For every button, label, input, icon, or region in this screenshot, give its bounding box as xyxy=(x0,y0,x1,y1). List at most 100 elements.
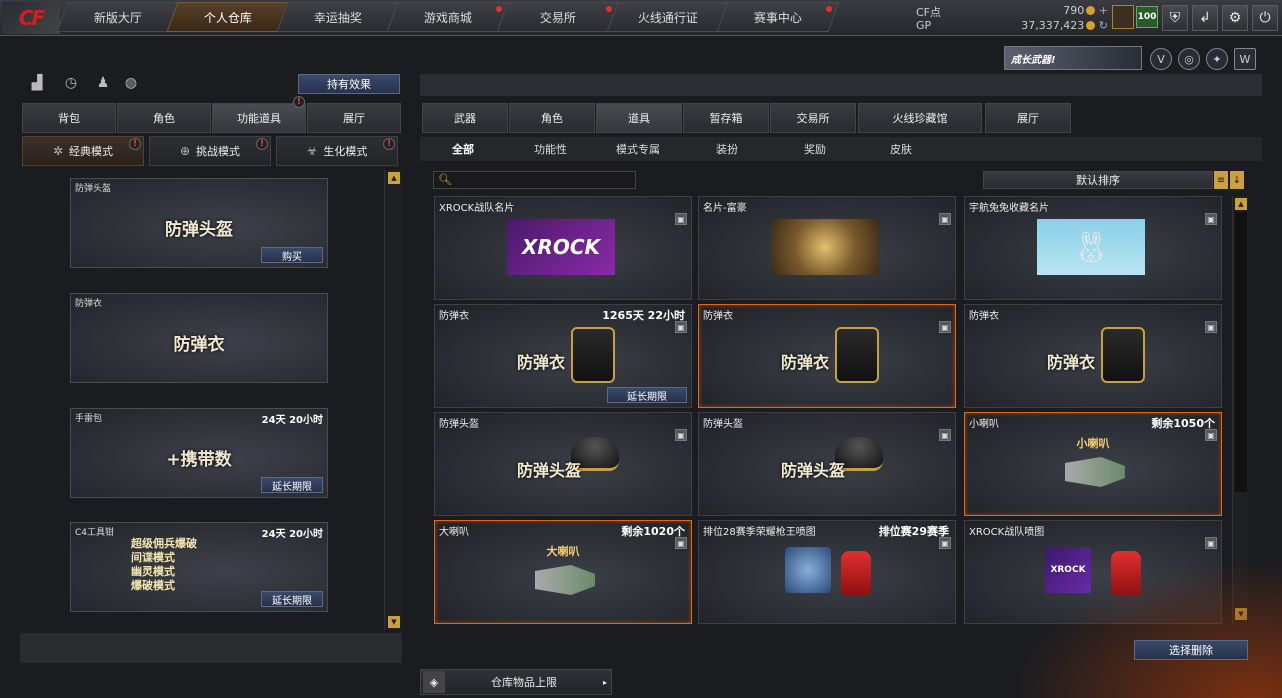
trash-icon[interactable]: ▣ xyxy=(939,429,951,441)
left-item-card[interactable]: 防弹头盔 防弹头盔 购买 xyxy=(70,178,328,268)
sub-tab[interactable]: 皮肤 xyxy=(890,141,912,157)
character-icon[interactable]: ♟ xyxy=(92,72,114,94)
refresh-icon[interactable]: ↻ xyxy=(1099,19,1108,32)
v-badge-icon[interactable]: V xyxy=(1150,48,1172,70)
storage-item-card[interactable]: 防弹衣 ▣ 防弹衣 xyxy=(698,304,956,408)
scroll-down-icon[interactable]: ▼ xyxy=(388,616,400,628)
mode-tab[interactable]: ⊕ 挑战模式 xyxy=(149,136,271,166)
cf-logo[interactable]: CF xyxy=(2,2,60,34)
trash-icon[interactable]: ▣ xyxy=(675,429,687,441)
storage-item-card[interactable]: XROCK战队名片 ▣ XROCK xyxy=(434,196,692,300)
trash-icon[interactable]: ▣ xyxy=(939,213,951,225)
w-logo-icon[interactable]: W xyxy=(1234,48,1256,70)
sub-tab[interactable]: 模式专属 xyxy=(616,141,660,157)
item-name: C4工具钳 xyxy=(75,528,115,538)
left-scrollbar[interactable]: ▲ ▼ xyxy=(384,170,402,630)
sub-tab[interactable]: 功能性 xyxy=(534,141,567,157)
nav-tab[interactable]: 交易所 xyxy=(496,2,620,32)
storage-item-card[interactable]: 名片-富豪 ▣ xyxy=(698,196,956,300)
owned-effects-button[interactable]: 持有效果 xyxy=(298,74,400,94)
tools-icon[interactable]: ✦ xyxy=(1206,48,1228,70)
left-item-card[interactable]: 防弹衣 防弹衣 xyxy=(70,293,328,383)
globe-icon[interactable]: ◎ xyxy=(1178,48,1200,70)
nav-tab[interactable]: 赛事中心 xyxy=(716,2,840,32)
c4-mode: 幽灵模式 xyxy=(131,565,175,578)
storage-item-card[interactable]: 防弹头盔 ▣ 防弹头盔 xyxy=(434,412,692,516)
left-item-card[interactable]: 手雷包 24天 20小时 +携带数 延长期限 xyxy=(70,408,328,498)
storage-item-card[interactable]: 防弹衣 ▣ 防弹衣 xyxy=(964,304,1222,408)
item-name: 排位28赛季荣耀枪王喷图 xyxy=(703,527,816,538)
item-action-button[interactable]: 购买 xyxy=(261,247,323,263)
stats-icon[interactable]: ▟ xyxy=(26,72,48,94)
sort-select[interactable]: 默认排序 xyxy=(983,171,1213,189)
sub-tab[interactable]: 全部 xyxy=(452,141,474,157)
power-icon[interactable]: ⏻ xyxy=(1252,5,1278,31)
cf-coin-icon xyxy=(1086,6,1096,15)
left-tab-label: 展厅 xyxy=(343,112,365,125)
storage-limit-bar[interactable]: ◈ 仓库物品上限 ▸ xyxy=(420,669,612,695)
alert-icon: ! xyxy=(293,96,305,108)
nav-tab[interactable]: 个人仓库 xyxy=(166,2,290,32)
right-tab[interactable]: 火线珍藏馆 xyxy=(858,103,982,133)
storage-item-card[interactable]: 防弹头盔 ▣ 防弹头盔 xyxy=(698,412,956,516)
rank-badge-icon[interactable] xyxy=(1112,5,1134,29)
nav-tab[interactable]: 新版大厅 xyxy=(56,2,180,32)
search-input[interactable]: 🔍︎ xyxy=(433,171,636,189)
left-tab[interactable]: 展厅 xyxy=(307,103,401,133)
left-tab[interactable]: 背包 xyxy=(22,103,116,133)
right-tab[interactable]: 展厅 xyxy=(985,103,1071,133)
storage-item-card[interactable]: 排位28赛季荣耀枪王喷图 排位赛29赛季 ▣ xyxy=(698,520,956,624)
item-action-button[interactable]: 延长期限 xyxy=(261,591,323,607)
trash-icon[interactable]: ▣ xyxy=(1205,537,1217,549)
item-action-button[interactable]: 延长期限 xyxy=(261,477,323,493)
trash-icon[interactable]: ▣ xyxy=(939,321,951,333)
trash-icon[interactable]: ▣ xyxy=(675,213,687,225)
right-tab[interactable]: 道具 xyxy=(596,103,682,133)
left-tab[interactable]: 功能道具 xyxy=(212,103,306,133)
storage-item-card[interactable]: 防弹衣 1265天 22小时 ▣ 防弹衣 延长期限 xyxy=(434,304,692,408)
item-image xyxy=(785,547,831,593)
mode-icon: ✲ xyxy=(52,144,64,158)
return-icon[interactable]: ↲ xyxy=(1192,5,1218,31)
nav-tab[interactable]: 火线通行证 xyxy=(606,2,730,32)
sub-tab[interactable]: 奖励 xyxy=(804,141,826,157)
select-delete-label: 选择删除 xyxy=(1169,644,1213,657)
history-icon[interactable]: ◷ xyxy=(60,72,82,94)
extend-label: 延长期限 xyxy=(627,391,667,403)
scroll-up-icon[interactable]: ▲ xyxy=(388,172,400,184)
storage-item-card[interactable]: 小喇叭 剩余1050个 ▣ 小喇叭 xyxy=(964,412,1222,516)
nav-tab[interactable]: 幸运抽奖 xyxy=(276,2,400,32)
right-tab[interactable]: 角色 xyxy=(509,103,595,133)
scroll-up-icon[interactable]: ▲ xyxy=(1235,198,1247,210)
nav-tab[interactable]: 游戏商城 xyxy=(386,2,510,32)
storage-item-card[interactable]: 大喇叭 剩余1020个 ▣ 大喇叭 xyxy=(434,520,692,624)
list-view-icon[interactable]: ≡ xyxy=(1214,171,1228,189)
bag-icon[interactable]: ◍ xyxy=(120,72,142,94)
item-title: 防弹头盔 xyxy=(517,461,582,480)
trash-icon[interactable]: ▣ xyxy=(939,537,951,549)
mode-tab[interactable]: ☣ 生化模式 xyxy=(276,136,398,166)
left-item-list: 防弹头盔 防弹头盔 购买 防弹衣 防弹衣 手雷包 24天 20小时 +携带数 延长期限 C4工具钳… xyxy=(20,170,402,630)
sort-direction-icon[interactable]: ↓ xyxy=(1230,171,1244,189)
left-item-card[interactable]: C4工具钳 24天 20小时 超级佣兵爆破 间谍模式 幽灵模式 爆破模式 延长期限 xyxy=(70,522,328,612)
right-tab[interactable]: 武器 xyxy=(422,103,508,133)
sub-tab[interactable]: 装扮 xyxy=(716,141,738,157)
gear-icon[interactable]: ⚙ xyxy=(1222,5,1248,31)
select-delete-button[interactable]: 选择删除 xyxy=(1134,640,1248,660)
add-cf-icon[interactable]: + xyxy=(1099,4,1108,17)
trash-icon[interactable]: ▣ xyxy=(1205,213,1217,225)
item-title: 防弹衣 xyxy=(517,353,566,372)
mode-tab[interactable]: ✲ 经典模式 xyxy=(22,136,144,166)
nav-tab-label: 火线通行证 xyxy=(637,10,698,25)
storage-item-card[interactable]: 宇航兔兔收藏名片 ▣ 🐰︎ xyxy=(964,196,1222,300)
trash-icon[interactable]: ▣ xyxy=(675,321,687,333)
shield-icon[interactable]: ⛨ xyxy=(1162,5,1188,31)
extend-button[interactable]: 延长期限 xyxy=(607,387,687,403)
left-tab[interactable]: 角色 xyxy=(117,103,211,133)
scroll-thumb[interactable] xyxy=(1235,212,1247,492)
right-tab[interactable]: 交易所 xyxy=(770,103,856,133)
right-tab[interactable]: 暂存箱 xyxy=(683,103,769,133)
mode-tab-label: 生化模式 xyxy=(323,145,368,158)
grow-weapon-banner[interactable]: 成长武器! xyxy=(1004,46,1142,70)
trash-icon[interactable]: ▣ xyxy=(1205,321,1217,333)
